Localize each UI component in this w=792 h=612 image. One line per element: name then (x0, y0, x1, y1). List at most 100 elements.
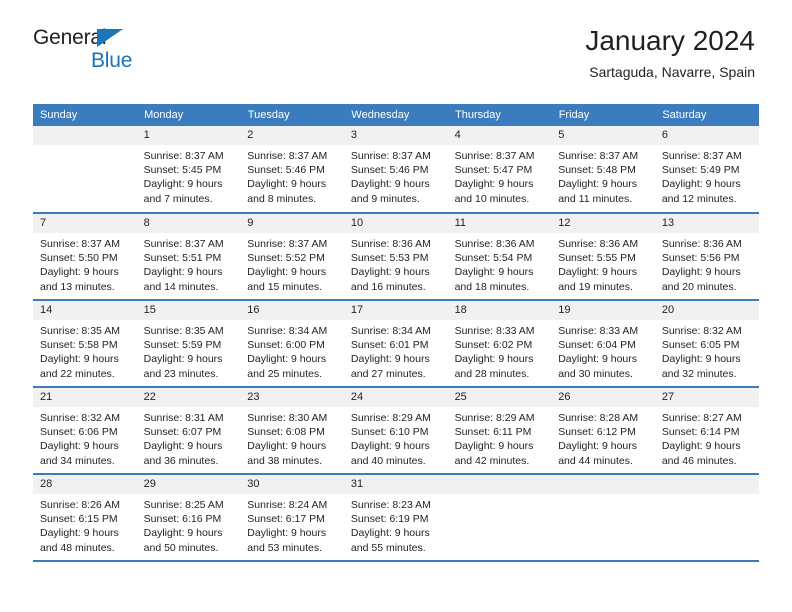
calendar-body: 1 Sunrise: 8:37 AM Sunset: 5:45 PM Daylight… (33, 126, 759, 562)
sunset-text: Sunset: 6:00 PM (247, 339, 325, 352)
day-sun-info: Sunrise: 8:36 AM Sunset: 5:55 PM Daylight:… (551, 233, 655, 294)
day-number: 1 (136, 126, 241, 145)
calendar-cell-day[interactable]: 20 Sunrise: 8:32 AM Sunset: 6:05 PM Dayligh… (654, 300, 759, 388)
daylight-text-line2: and 40 minutes. (350, 454, 426, 467)
sunset-text: Sunset: 5:45 PM (143, 164, 222, 177)
day-number: 10 (343, 214, 448, 233)
weekday-header-row: Sunday Monday Tuesday Wednesday Thursday… (33, 104, 759, 126)
calendar-cell-day[interactable]: 12 Sunrise: 8:36 AM Sunset: 5:55 PM Dayligh… (551, 213, 655, 301)
calendar-cell-day[interactable]: 26 Sunrise: 8:28 AM Sunset: 6:12 PM Dayligh… (551, 387, 655, 475)
daylight-text-line2: and 42 minutes. (454, 454, 530, 467)
calendar-cell-day[interactable]: 27 Sunrise: 8:27 AM Sunset: 6:14 PM Dayligh… (654, 387, 759, 475)
sunrise-text: Sunrise: 8:33 AM (454, 325, 535, 337)
daylight-text-line1: Daylight: 9 hours (40, 266, 119, 279)
calendar-cell-day[interactable]: 14 Sunrise: 8:35 AM Sunset: 5:58 PM Dayligh… (33, 300, 137, 388)
weekday-header-tuesday: Tuesday (240, 104, 345, 126)
day-sun-info: Sunrise: 8:33 AM Sunset: 6:02 PM Daylight:… (448, 320, 552, 381)
calendar-cell-day[interactable]: 11 Sunrise: 8:36 AM Sunset: 5:54 PM Dayligh… (447, 213, 552, 301)
calendar-cell-empty (654, 474, 759, 562)
day-number: 2 (240, 126, 344, 145)
daylight-text-line1: Daylight: 9 hours (350, 178, 430, 191)
sunset-text: Sunset: 6:01 PM (350, 339, 429, 352)
sunrise-text: Sunrise: 8:29 AM (454, 412, 535, 424)
sunrise-text: Sunrise: 8:37 AM (40, 238, 120, 250)
daylight-text-line1: Daylight: 9 hours (350, 440, 430, 453)
daylight-text-line2: and 7 minutes. (143, 192, 213, 205)
sunrise-text: Sunrise: 8:37 AM (558, 150, 639, 162)
daylight-text-line2: and 46 minutes. (661, 454, 737, 467)
calendar-week-row: 21 Sunrise: 8:32 AM Sunset: 6:06 PM Dayligh… (33, 387, 759, 475)
daylight-text-line1: Daylight: 9 hours (558, 266, 637, 279)
sunset-text: Sunset: 5:53 PM (350, 252, 429, 265)
day-sun-info: Sunrise: 8:37 AM Sunset: 5:46 PM Daylight:… (344, 145, 448, 206)
day-sun-info: Sunrise: 8:37 AM Sunset: 5:45 PM Daylight:… (137, 145, 241, 206)
calendar-cell-day[interactable]: 6 Sunrise: 8:37 AM Sunset: 5:49 PM Daylight… (654, 126, 759, 214)
sunset-text: Sunset: 6:10 PM (350, 426, 429, 439)
daylight-text-line1: Daylight: 9 hours (143, 266, 223, 279)
calendar-cell-day[interactable]: 23 Sunrise: 8:30 AM Sunset: 6:08 PM Dayligh… (240, 387, 344, 475)
sunrise-text: Sunrise: 8:25 AM (143, 499, 224, 511)
day-sun-info: Sunrise: 8:36 AM Sunset: 5:53 PM Daylight:… (344, 233, 448, 294)
calendar-cell-day[interactable]: 30 Sunrise: 8:24 AM Sunset: 6:17 PM Dayligh… (240, 474, 344, 562)
sunset-text: Sunset: 5:48 PM (558, 164, 636, 177)
calendar-cell-day[interactable]: 21 Sunrise: 8:32 AM Sunset: 6:06 PM Dayligh… (33, 387, 137, 475)
day-number: 30 (240, 475, 344, 494)
sunrise-text: Sunrise: 8:32 AM (40, 412, 120, 424)
daylight-text-line2: and 11 minutes. (558, 192, 633, 205)
calendar-cell-day[interactable]: 9 Sunrise: 8:37 AM Sunset: 5:52 PM Daylight… (240, 213, 344, 301)
day-number: 8 (136, 214, 241, 233)
calendar-cell-day[interactable]: 5 Sunrise: 8:37 AM Sunset: 5:48 PM Daylight… (551, 126, 655, 214)
calendar-cell-day[interactable]: 16 Sunrise: 8:34 AM Sunset: 6:00 PM Dayligh… (240, 300, 344, 388)
day-number: 4 (447, 126, 552, 145)
calendar-cell-day[interactable]: 25 Sunrise: 8:29 AM Sunset: 6:11 PM Dayligh… (447, 387, 552, 475)
sunset-text: Sunset: 6:17 PM (247, 513, 325, 526)
calendar-cell-day[interactable]: 7 Sunrise: 8:37 AM Sunset: 5:50 PM Daylight… (33, 213, 137, 301)
calendar-cell-day[interactable]: 28 Sunrise: 8:26 AM Sunset: 6:15 PM Dayligh… (33, 474, 137, 562)
calendar-cell-day[interactable]: 24 Sunrise: 8:29 AM Sunset: 6:10 PM Dayligh… (343, 387, 448, 475)
calendar-cell-day[interactable]: 19 Sunrise: 8:33 AM Sunset: 6:04 PM Dayligh… (551, 300, 655, 388)
calendar-cell-day[interactable]: 4 Sunrise: 8:37 AM Sunset: 5:47 PM Daylight… (447, 126, 552, 214)
day-number: 5 (551, 126, 655, 145)
calendar-cell-day[interactable]: 18 Sunrise: 8:33 AM Sunset: 6:02 PM Dayligh… (447, 300, 552, 388)
day-number: 26 (551, 388, 655, 407)
calendar-cell-day[interactable]: 22 Sunrise: 8:31 AM Sunset: 6:07 PM Dayligh… (136, 387, 241, 475)
sunset-text: Sunset: 5:52 PM (247, 252, 325, 265)
calendar-cell-day[interactable]: 29 Sunrise: 8:25 AM Sunset: 6:16 PM Dayligh… (136, 474, 241, 562)
day-sun-info: Sunrise: 8:35 AM Sunset: 5:58 PM Daylight:… (33, 320, 137, 381)
day-number: 17 (343, 301, 448, 320)
calendar-cell-day[interactable]: 17 Sunrise: 8:34 AM Sunset: 6:01 PM Dayligh… (343, 300, 448, 388)
calendar-cell-day[interactable]: 10 Sunrise: 8:36 AM Sunset: 5:53 PM Dayligh… (343, 213, 448, 301)
daylight-text-line2: and 36 minutes. (143, 454, 219, 467)
daylight-text-line1: Daylight: 9 hours (558, 353, 637, 366)
calendar-week-row: 14 Sunrise: 8:35 AM Sunset: 5:58 PM Dayligh… (33, 300, 759, 388)
calendar-cell-day[interactable]: 31 Sunrise: 8:23 AM Sunset: 6:19 PM Dayligh… (343, 474, 448, 562)
day-number: 27 (654, 388, 759, 407)
calendar-cell-day[interactable]: 2 Sunrise: 8:37 AM Sunset: 5:46 PM Daylight… (240, 126, 344, 214)
sunrise-text: Sunrise: 8:36 AM (350, 238, 431, 250)
calendar-cell-day[interactable]: 1 Sunrise: 8:37 AM Sunset: 5:45 PM Daylight… (136, 126, 241, 214)
daylight-text-line1: Daylight: 9 hours (247, 527, 327, 540)
daylight-text-line2: and 34 minutes. (40, 454, 115, 467)
day-number: 28 (33, 475, 137, 494)
daylight-text-line2: and 8 minutes. (247, 192, 317, 205)
day-sun-info: Sunrise: 8:23 AM Sunset: 6:19 PM Daylight:… (344, 494, 448, 555)
sunset-text: Sunset: 5:56 PM (661, 252, 740, 265)
sunset-text: Sunset: 6:15 PM (40, 513, 118, 526)
day-number: 22 (136, 388, 241, 407)
sunset-text: Sunset: 5:59 PM (143, 339, 222, 352)
sunrise-text: Sunrise: 8:37 AM (143, 238, 224, 250)
sunrise-text: Sunrise: 8:37 AM (247, 150, 328, 162)
calendar-cell-day[interactable]: 3 Sunrise: 8:37 AM Sunset: 5:46 PM Daylight… (343, 126, 448, 214)
calendar-cell-day[interactable]: 13 Sunrise: 8:36 AM Sunset: 5:56 PM Dayligh… (654, 213, 759, 301)
daylight-text-line2: and 20 minutes. (661, 280, 737, 293)
weekday-header-sunday: Sunday (33, 104, 138, 126)
calendar-cell-day[interactable]: 15 Sunrise: 8:35 AM Sunset: 5:59 PM Dayligh… (136, 300, 241, 388)
sunset-text: Sunset: 6:16 PM (143, 513, 222, 526)
day-number: 29 (136, 475, 241, 494)
sunrise-text: Sunrise: 8:36 AM (558, 238, 639, 250)
daylight-text-line1: Daylight: 9 hours (558, 178, 637, 191)
day-sun-info: Sunrise: 8:29 AM Sunset: 6:11 PM Daylight:… (448, 407, 552, 468)
calendar-cell-day[interactable]: 8 Sunrise: 8:37 AM Sunset: 5:51 PM Daylight… (136, 213, 241, 301)
day-sun-info: Sunrise: 8:36 AM Sunset: 5:54 PM Daylight:… (448, 233, 552, 294)
sunrise-text: Sunrise: 8:35 AM (40, 325, 120, 337)
